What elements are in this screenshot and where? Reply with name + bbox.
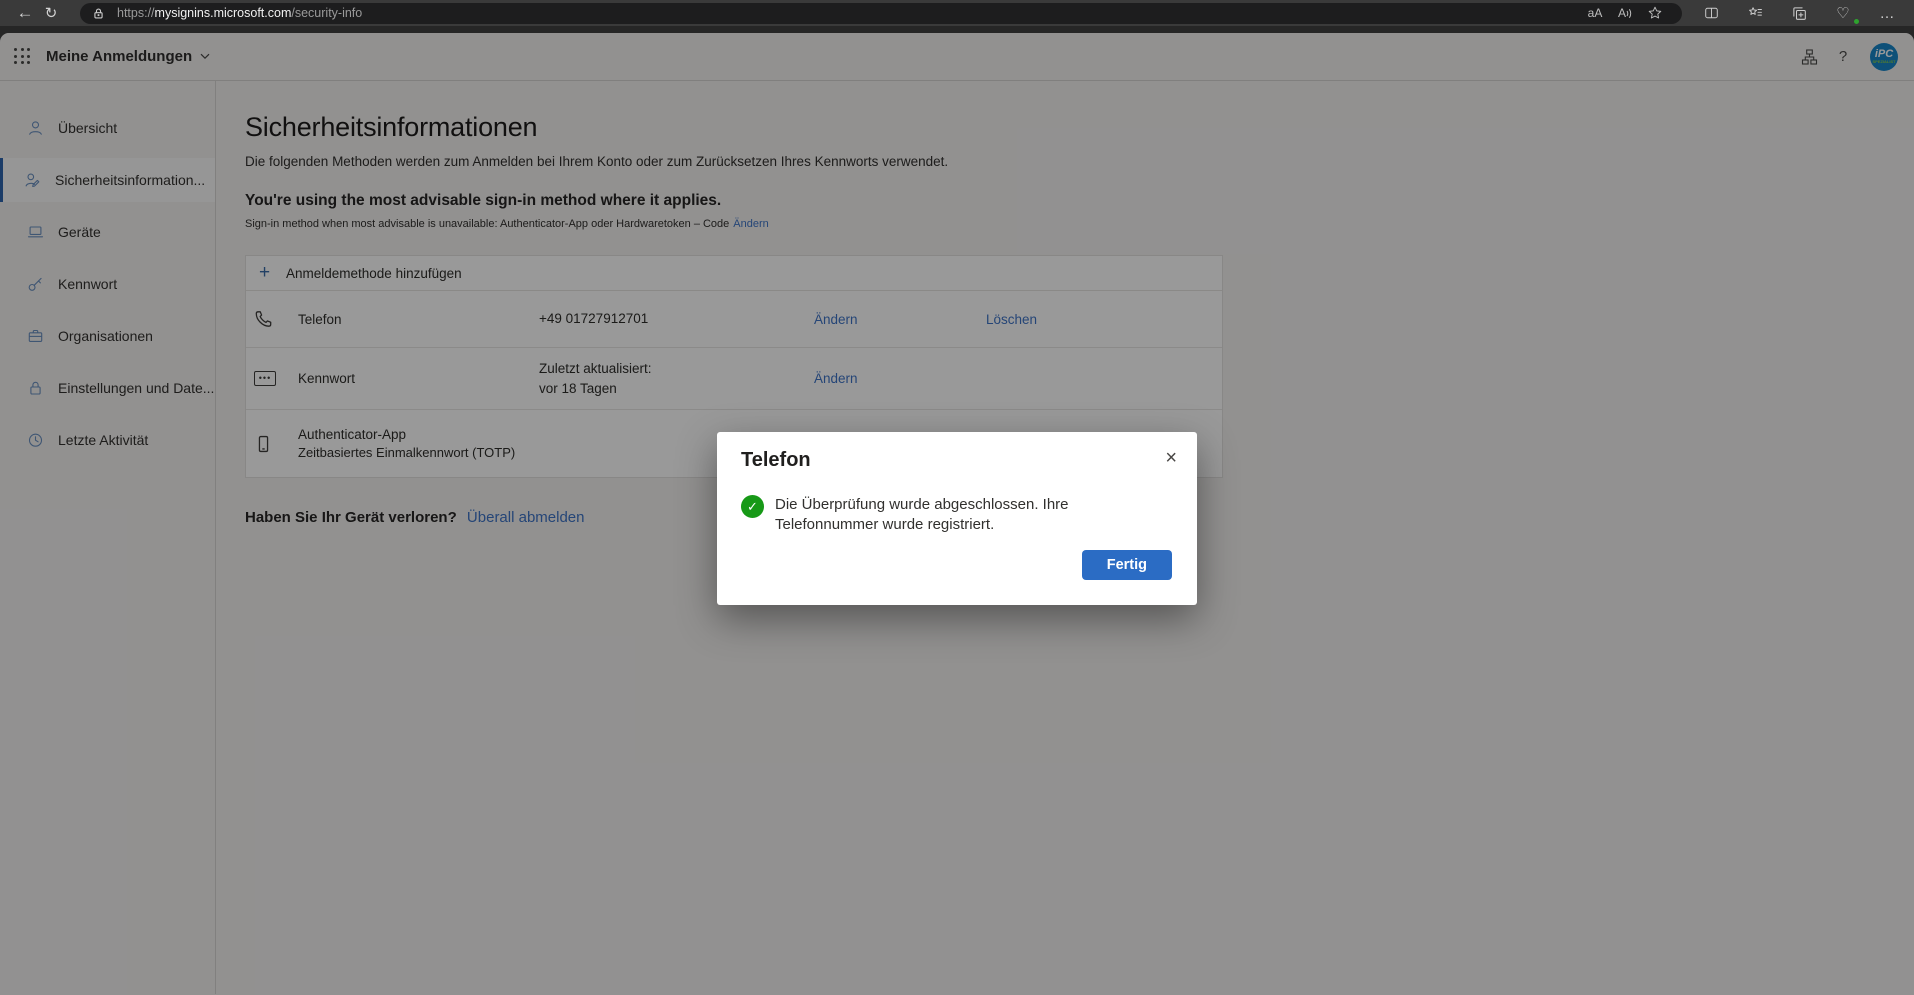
back-icon[interactable]: ← [12,2,38,24]
translate-icon[interactable]: aA [1580,3,1610,23]
success-check-icon: ✓ [741,495,764,518]
dialog-title: Telefon [741,449,811,472]
toolbar-buttons: ♡ … [1696,2,1902,24]
browser-essentials-icon[interactable]: ♡ [1828,2,1858,24]
close-icon[interactable]: × [1165,449,1177,467]
split-screen-icon[interactable] [1696,2,1726,24]
refresh-icon[interactable]: ↻ [38,2,64,24]
favorite-star-icon[interactable] [1640,3,1670,23]
url-domain: mysignins.microsoft.com [155,6,292,20]
telefon-dialog: Telefon × ✓ Die Überprüfung wurde abgesc… [717,432,1197,605]
read-aloud-icon[interactable]: A [1610,3,1640,23]
fertig-button[interactable]: Fertig [1082,550,1172,580]
browser-toolbar: ← ↻ https://mysignins.microsoft.com/secu… [0,0,1914,26]
browser-chrome: ← ↻ https://mysignins.microsoft.com/secu… [0,0,1914,33]
favorites-list-icon[interactable] [1740,2,1770,24]
essentials-badge [1853,18,1860,25]
address-bar[interactable]: https://mysignins.microsoft.com/security… [80,3,1682,24]
page: Meine Anmeldungen ? iPCSPEZIALIST Übersi… [0,33,1914,995]
collections-icon[interactable] [1784,2,1814,24]
url-text: https://mysignins.microsoft.com/security… [117,6,362,20]
dialog-message: Die Überprüfung wurde abgeschlossen. Ihr… [775,495,1173,536]
settings-menu-icon[interactable]: … [1872,2,1902,24]
lock-icon [92,7,105,20]
